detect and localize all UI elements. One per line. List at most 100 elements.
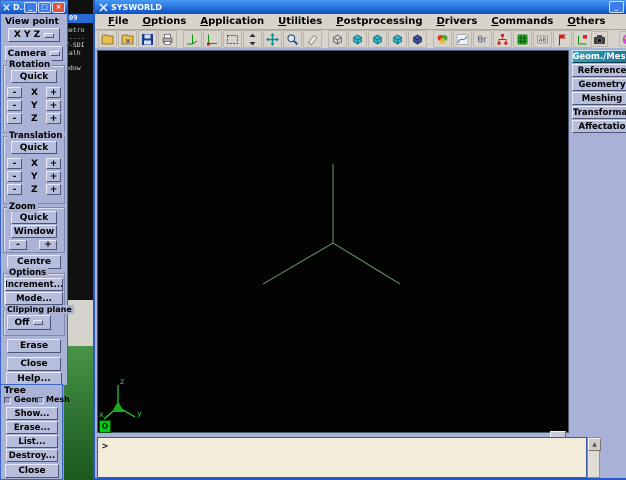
zoom-tool-button[interactable] [283,30,302,48]
rotation-quick-button[interactable]: Quick [11,70,57,83]
window-title: SYSWORLD [111,3,609,12]
rotate-y-plus-button[interactable]: + [46,100,61,111]
graphics-viewport[interactable]: z x y 0 [97,50,569,433]
tab-reference[interactable]: Reference [572,64,626,77]
scroll-up-icon[interactable]: ▲ [588,438,601,451]
print-button[interactable] [158,30,177,48]
command-scrollbar[interactable]: ▲ [587,437,600,478]
import-file-button[interactable] [118,30,137,48]
vertical-arrows-button[interactable] [243,30,262,48]
minimize-button[interactable]: _ [609,1,624,13]
axes-button[interactable] [183,30,202,48]
command-prompt: > [102,441,108,452]
rotate-x-plus-button[interactable]: + [46,87,61,98]
maximize-button[interactable]: □ [38,2,51,13]
model-axes [263,164,400,284]
command-area[interactable]: > [97,437,587,478]
tab-affectations[interactable]: Affectatio [572,120,626,133]
tab-geom-mesh[interactable]: Geom./Mesh [572,50,626,63]
open-file-button[interactable] [98,30,117,48]
clipping-label: Clipping plane [5,305,74,314]
save-button[interactable] [138,30,157,48]
translation-quick-button[interactable]: Quick [11,141,57,154]
axis-triad: z x y [99,377,142,419]
menu-options[interactable]: Options [135,16,193,27]
sysworld-titlebar[interactable]: SYSWORLD _ [95,0,626,14]
shaded-cube-button[interactable] [408,30,427,48]
option-menu-icon [44,33,54,38]
translate-y-plus-button[interactable]: + [46,171,61,182]
rotate-x-minus-button[interactable]: - [7,87,22,98]
translate-z-plus-button[interactable]: + [46,184,61,195]
close-icon[interactable]: × [52,2,65,13]
geom-checkbox[interactable] [4,397,11,404]
solid-cube-3-button[interactable] [388,30,407,48]
rotate-y-minus-button[interactable]: - [7,100,22,111]
rotate-z-plus-button[interactable]: + [46,113,61,124]
solid-cube-2-icon [371,33,384,46]
solid-cube-2-button[interactable] [368,30,387,48]
xyz-button[interactable]: X Y Z [8,28,60,42]
curve-plot-button[interactable] [453,30,472,48]
label-tag-button[interactable]: AB [533,30,552,48]
text-theta-button[interactable]: θr [473,30,492,48]
zoom-window-button[interactable]: Window [11,225,57,238]
zoom-out-button[interactable]: - [9,240,27,250]
palette-button[interactable] [619,31,626,47]
menu-application[interactable]: Application [193,16,271,27]
tree-destroy-button[interactable]: Destroy... [6,449,58,462]
mesh-checkbox[interactable] [37,397,44,404]
fit-view-button[interactable] [223,30,242,48]
erase-button[interactable]: Erase [7,339,61,353]
mode-button[interactable]: Mode... [5,292,63,305]
menu-drivers[interactable]: Drivers [429,16,484,27]
tree-show-button[interactable]: Show... [6,407,58,420]
flag-button[interactable] [553,30,572,48]
terminal-line: ndow [65,65,93,73]
close-button[interactable]: Close [7,357,61,371]
menu-postprocessing[interactable]: Postprocessing [329,16,429,27]
wire-cube-button[interactable] [328,30,347,48]
tree-list-button[interactable]: List... [6,435,58,448]
menu-file[interactable]: File [101,16,135,27]
zoom-quick-button[interactable]: Quick [11,211,57,224]
clipping-off-button[interactable]: Off [7,315,51,330]
translate-x-minus-button[interactable]: - [7,158,22,169]
svg-text:θr: θr [478,35,488,45]
viewpoint-titlebar[interactable]: D... _ □ × [1,1,67,14]
eraser-button[interactable] [303,30,322,48]
tab-meshing[interactable]: Meshing [572,92,626,105]
minimize-button[interactable]: _ [24,2,37,13]
axis-marker-button[interactable] [573,30,592,48]
camera-select-button[interactable]: Camera [5,46,63,61]
color-sphere-button[interactable] [433,30,452,48]
centre-button[interactable]: Centre [7,255,61,269]
tab-geometry[interactable]: Geometry [572,78,626,91]
pan-button[interactable] [263,30,282,48]
tab-transformations[interactable]: Transformat [572,106,626,119]
sysworld-window: SYSWORLD _ File Options Application Util… [93,0,626,480]
menu-utilities[interactable]: Utilities [271,16,329,27]
solid-cube-1-button[interactable] [348,30,367,48]
translate-y-minus-button[interactable]: - [7,171,22,182]
viewport-canvas: z x y [98,51,568,432]
mesh-checkbox-label: Mesh [46,395,70,404]
matrix-button[interactable] [513,30,532,48]
x11-logo-icon [3,4,10,11]
tree-erase-button[interactable]: Erase... [6,421,58,434]
matrix-icon [516,33,529,46]
translate-z-minus-button[interactable]: - [7,184,22,195]
triad-z-label: z [120,377,124,386]
zoom-in-button[interactable]: + [39,240,57,250]
tree-close-button[interactable]: Close [5,464,59,478]
increment-button[interactable]: Increment... [5,278,63,291]
hierarchy-button[interactable] [493,30,512,48]
menu-others[interactable]: Others [560,16,612,27]
camera-button[interactable] [591,31,608,47]
clipping-value: Off [15,318,30,328]
translate-x-plus-button[interactable]: + [46,158,61,169]
translation-y-label: Y [31,172,38,182]
menu-commands[interactable]: Commands [484,16,560,27]
corner-axes-button[interactable] [203,30,222,48]
rotate-z-minus-button[interactable]: - [7,113,22,124]
